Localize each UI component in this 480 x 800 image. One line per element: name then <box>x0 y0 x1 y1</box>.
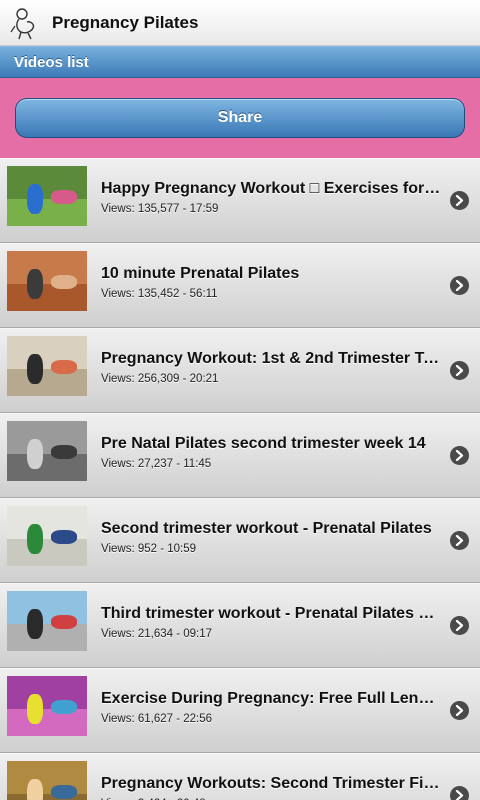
video-views-duration: Views: 256,309 - 20:21 <box>101 373 219 385</box>
chevron-right-icon[interactable] <box>450 361 469 380</box>
video-list-item[interactable]: Happy Pregnancy Workout □ Exercises for … <box>0 158 480 243</box>
video-views-duration: Views: 61,627 - 22:56 <box>101 713 213 725</box>
share-band: Share <box>0 78 480 158</box>
video-thumbnail <box>7 676 87 736</box>
video-title: Exercise During Pregnancy: Free Full Len… <box>101 690 441 707</box>
video-title: Pregnancy Workouts: Second Trimester Fit… <box>101 775 441 792</box>
video-list-item[interactable]: 10 minute Prenatal Pilates Views: 135,452… <box>0 243 480 328</box>
videos-list-header: Videos list <box>0 46 480 78</box>
video-thumbnail <box>7 506 87 566</box>
video-views-duration: Views: 952 - 10:59 <box>101 543 197 555</box>
video-views-duration: Views: 135,577 - 17:59 <box>101 203 219 215</box>
chevron-right-icon[interactable] <box>450 786 469 800</box>
video-views-duration: Views: 21,634 - 09:17 <box>101 628 213 640</box>
app-title: Pregnancy Pilates <box>52 12 199 32</box>
chevron-right-icon[interactable] <box>450 276 469 295</box>
chevron-right-icon[interactable] <box>450 701 469 720</box>
video-thumbnail <box>7 166 87 226</box>
video-list-item[interactable]: Second trimester workout - Prenatal Pila… <box>0 498 480 583</box>
video-title: 10 minute Prenatal Pilates <box>101 265 300 282</box>
chevron-right-icon[interactable] <box>450 531 469 550</box>
chevron-right-icon[interactable] <box>450 616 469 635</box>
video-list-item[interactable]: Third trimester workout - Prenatal Pilat… <box>0 583 480 668</box>
video-list-item[interactable]: Pregnancy Workout: 1st & 2nd Trimester T… <box>0 328 480 413</box>
video-thumbnail <box>7 421 87 481</box>
video-list-item[interactable]: Pre Natal Pilates second trimester week … <box>0 413 480 498</box>
video-views-duration: Views: 135,452 - 56:11 <box>101 288 218 300</box>
video-title: Happy Pregnancy Workout □ Exercises for … <box>101 180 441 197</box>
video-title: Pregnancy Workout: 1st & 2nd Trimester T… <box>101 350 441 367</box>
video-title: Second trimester workout - Prenatal Pila… <box>101 520 432 537</box>
video-thumbnail <box>7 251 87 311</box>
video-thumbnail <box>7 761 87 800</box>
videos-list-title: Videos list <box>14 53 89 71</box>
top-bar: Pregnancy Pilates <box>0 0 480 46</box>
share-button[interactable]: Share <box>15 98 465 138</box>
video-list-item[interactable]: Pregnancy Workouts: Second Trimester Fit… <box>0 753 480 800</box>
video-list-item[interactable]: Exercise During Pregnancy: Free Full Len… <box>0 668 480 753</box>
video-thumbnail <box>7 336 87 396</box>
video-title: Pre Natal Pilates second trimester week … <box>101 435 426 452</box>
pregnant-woman-logo-icon <box>8 5 44 41</box>
chevron-right-icon[interactable] <box>450 191 469 210</box>
video-thumbnail <box>7 591 87 651</box>
video-title: Third trimester workout - Prenatal Pilat… <box>101 605 441 622</box>
chevron-right-icon[interactable] <box>450 446 469 465</box>
video-list: Happy Pregnancy Workout □ Exercises for … <box>0 158 480 800</box>
video-views-duration: Views: 27,237 - 11:45 <box>101 458 212 470</box>
